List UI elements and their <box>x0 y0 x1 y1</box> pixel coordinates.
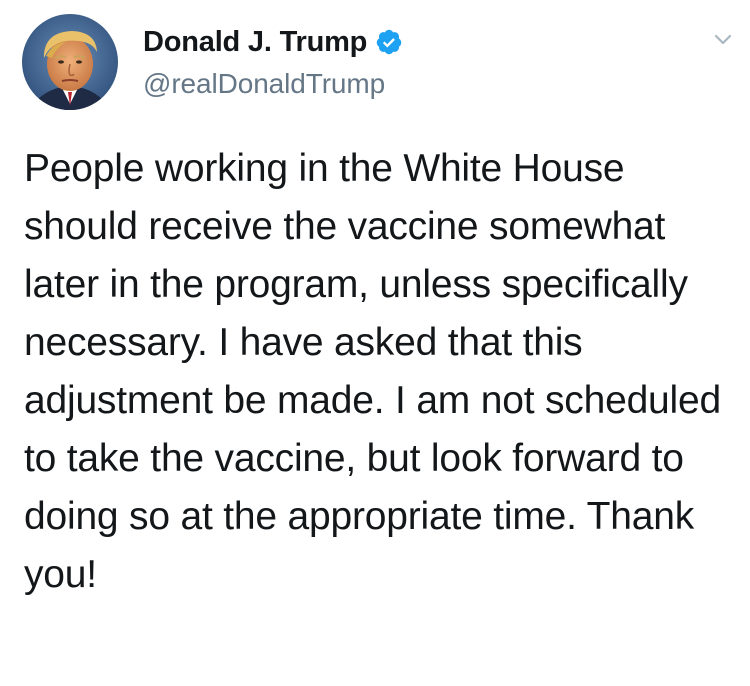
verified-badge-icon <box>375 28 403 56</box>
display-name[interactable]: Donald J. Trump <box>143 26 367 59</box>
chevron-down-icon[interactable] <box>712 28 734 50</box>
tweet-text: People working in the White House should… <box>24 147 721 596</box>
author-name-row: Donald J. Trump <box>143 22 403 62</box>
username-handle[interactable]: @realDonaldTrump <box>143 68 385 100</box>
avatar-image <box>22 14 118 110</box>
tweet-card: Donald J. Trump @realDonaldTrump People … <box>0 0 750 686</box>
avatar[interactable] <box>22 14 118 110</box>
